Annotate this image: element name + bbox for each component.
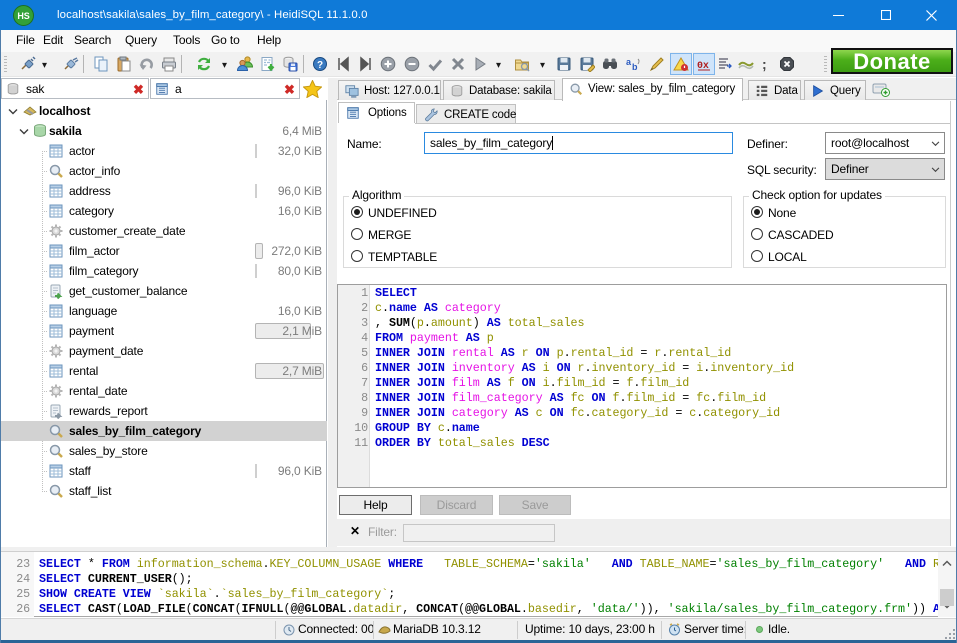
svg-text:b: b (632, 62, 638, 72)
svg-text:;: ; (762, 56, 767, 72)
svg-text:?: ? (317, 60, 323, 71)
